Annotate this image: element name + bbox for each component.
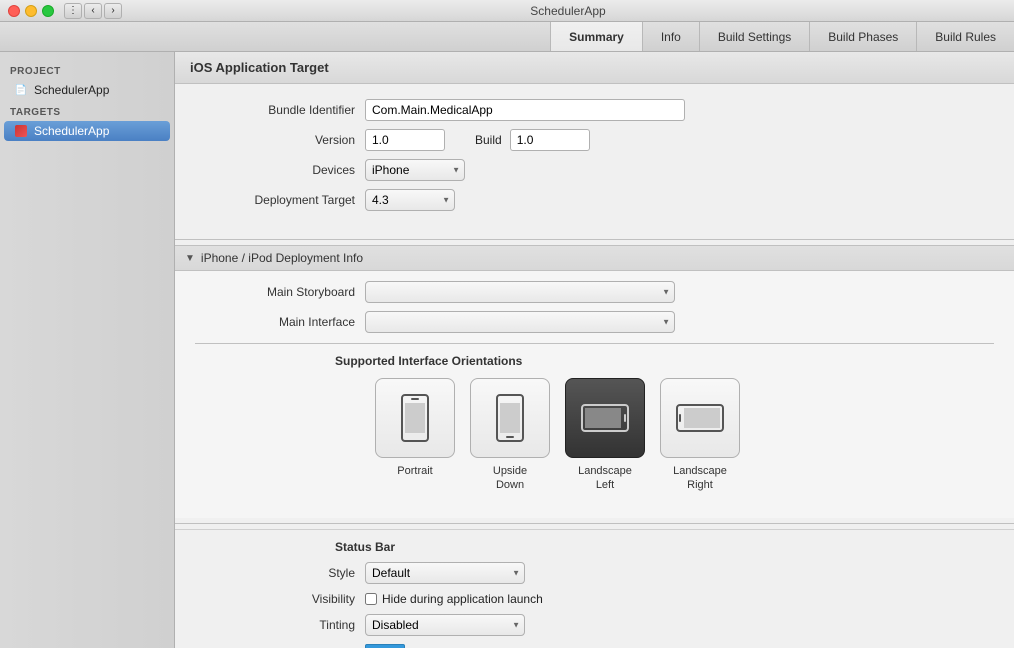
status-bar-style-select[interactable]: Default Black Translucent Black Opaque xyxy=(365,562,525,584)
form-section: Bundle Identifier Version Build Devices … xyxy=(175,84,1014,234)
separator-1 xyxy=(175,239,1014,240)
devices-label: Devices xyxy=(195,163,355,177)
status-bar-section: Status Bar Style Default Black Transluce… xyxy=(175,529,1014,648)
sidebar-project-header: PROJECT xyxy=(0,60,174,79)
deployment-info-section[interactable]: ▼ iPhone / iPod Deployment Info xyxy=(175,245,1014,271)
devices-select-wrapper: iPhone iPad Universal ▼ xyxy=(365,159,465,181)
main-interface-select[interactable] xyxy=(365,311,675,333)
status-bar-tinting-row: Tinting Disabled Enabled ▼ xyxy=(195,614,994,636)
tab-build-settings[interactable]: Build Settings xyxy=(699,22,809,51)
orientation-landscape-left[interactable]: LandscapeLeft xyxy=(565,378,645,493)
portrait-label: Portrait xyxy=(397,464,432,478)
sidebar-item-target[interactable]: SchedulerApp xyxy=(4,121,170,141)
sidebar-targets-header: TARGETS xyxy=(0,101,174,120)
visibility-checkbox[interactable] xyxy=(365,593,377,605)
separator-2 xyxy=(195,343,994,344)
minimize-button[interactable] xyxy=(25,5,37,17)
window-controls xyxy=(8,5,54,17)
tinting-select[interactable]: Disabled Enabled xyxy=(365,614,525,636)
visibility-checkbox-wrapper: Hide during application launch xyxy=(365,592,543,606)
inner-section: Main Storyboard ▼ Main Interface xyxy=(175,271,1014,518)
tab-build-rules[interactable]: Build Rules xyxy=(916,22,1014,51)
portrait-icon xyxy=(375,378,455,458)
nav-prev-button[interactable]: ‹ xyxy=(84,3,102,19)
tab-summary[interactable]: Summary xyxy=(550,22,642,51)
orientation-grid: Portrait UpsideDown xyxy=(195,378,994,493)
status-bar-header: Status Bar xyxy=(195,540,994,554)
bundle-identifier-label: Bundle Identifier xyxy=(195,103,355,117)
nav-next-button[interactable]: › xyxy=(104,3,122,19)
upside-down-label: UpsideDown xyxy=(493,464,527,493)
main-interface-select-wrapper: ▼ xyxy=(365,311,675,333)
disclosure-triangle: ▼ xyxy=(185,253,195,264)
deployment-target-select[interactable]: 4.3 5.0 6.0 xyxy=(365,189,455,211)
main-interface-label: Main Interface xyxy=(195,315,355,329)
title-bar: ⋮ ‹ › SchedulerApp xyxy=(0,0,1014,22)
window-title: SchedulerApp xyxy=(130,4,1006,18)
status-bar-style-select-wrapper: Default Black Translucent Black Opaque ▼ xyxy=(365,562,525,584)
orientations-header: Supported Interface Orientations xyxy=(195,354,994,368)
devices-row: Devices iPhone iPad Universal ▼ xyxy=(195,159,994,181)
deployment-target-row: Deployment Target 4.3 5.0 6.0 ▼ xyxy=(195,189,994,211)
orientation-upside-down[interactable]: UpsideDown xyxy=(470,378,550,493)
build-label: Build xyxy=(475,133,502,147)
content-header: iOS Application Target xyxy=(175,52,1014,84)
deployment-target-select-wrapper: 4.3 5.0 6.0 ▼ xyxy=(365,189,455,211)
project-icon: 📄 xyxy=(14,83,28,97)
orientation-landscape-right[interactable]: LandscapeRight xyxy=(660,378,740,493)
orientation-portrait[interactable]: Portrait xyxy=(375,378,455,493)
status-bar-tinting-label: Tinting xyxy=(195,618,355,632)
main-area: PROJECT 📄 SchedulerApp TARGETS Scheduler… xyxy=(0,52,1014,648)
target-icon xyxy=(14,124,28,138)
upside-down-icon xyxy=(470,378,550,458)
version-label: Version xyxy=(195,133,355,147)
tinting-select-wrapper: Disabled Enabled ▼ xyxy=(365,614,525,636)
nav-back-button[interactable]: ⋮ xyxy=(64,3,82,19)
visibility-checkbox-label: Hide during application launch xyxy=(382,592,543,606)
tab-build-phases[interactable]: Build Phases xyxy=(809,22,916,51)
bundle-identifier-input[interactable] xyxy=(365,99,685,121)
tab-info[interactable]: Info xyxy=(642,22,699,51)
build-input[interactable] xyxy=(510,129,590,151)
status-bar-style-label: Style xyxy=(195,566,355,580)
sidebar: PROJECT 📄 SchedulerApp TARGETS Scheduler… xyxy=(0,52,175,648)
app-window: ⋮ ‹ › SchedulerApp Summary Info Build Se… xyxy=(0,0,1014,648)
separator-3 xyxy=(175,523,1014,524)
devices-select[interactable]: iPhone iPad Universal xyxy=(365,159,465,181)
tabs-bar: Summary Info Build Settings Build Phases… xyxy=(0,22,1014,52)
landscape-left-icon xyxy=(565,378,645,458)
status-bar-visibility-row: Visibility Hide during application launc… xyxy=(195,592,994,606)
deployment-info-label: iPhone / iPod Deployment Info xyxy=(201,251,363,265)
nav-arrows: ⋮ ‹ › xyxy=(64,3,122,19)
landscape-right-label: LandscapeRight xyxy=(673,464,727,493)
status-bar-visibility-label: Visibility xyxy=(195,592,355,606)
main-storyboard-select[interactable] xyxy=(365,281,675,303)
main-storyboard-select-wrapper: ▼ xyxy=(365,281,675,303)
version-input[interactable] xyxy=(365,129,445,151)
bundle-identifier-row: Bundle Identifier xyxy=(195,99,994,121)
close-button[interactable] xyxy=(8,5,20,17)
maximize-button[interactable] xyxy=(42,5,54,17)
landscape-right-icon xyxy=(660,378,740,458)
status-bar-style-row: Style Default Black Translucent Black Op… xyxy=(195,562,994,584)
main-storyboard-label: Main Storyboard xyxy=(195,285,355,299)
deployment-target-label: Deployment Target xyxy=(195,193,355,207)
tint-color-row: Tint Color xyxy=(195,644,994,648)
sidebar-item-project[interactable]: 📄 SchedulerApp xyxy=(4,80,170,100)
content-area: iOS Application Target Bundle Identifier… xyxy=(175,52,1014,648)
main-interface-row: Main Interface ▼ xyxy=(195,311,994,333)
tint-color-swatch[interactable] xyxy=(365,644,405,648)
main-storyboard-row: Main Storyboard ▼ xyxy=(195,281,994,303)
landscape-left-label: LandscapeLeft xyxy=(578,464,632,493)
version-row: Version Build xyxy=(195,129,994,151)
